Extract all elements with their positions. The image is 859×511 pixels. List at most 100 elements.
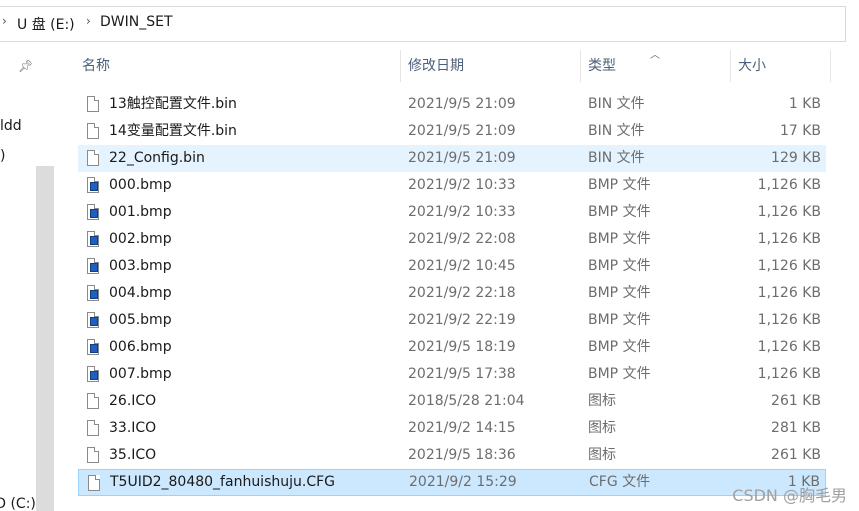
bmp-file-icon [87, 285, 99, 301]
file-size: 261 KB [771, 393, 821, 409]
file-type: 图标 [588, 420, 616, 436]
file-size: 1,126 KB [757, 339, 821, 355]
nav-item[interactable]: ldd [0, 118, 22, 134]
file-date: 2021/9/5 21:09 [408, 123, 516, 139]
file-name: 003.bmp [109, 258, 172, 274]
file-date: 2021/9/2 22:08 [408, 231, 516, 247]
file-type: BMP 文件 [588, 258, 651, 274]
file-row[interactable]: T5UID2_80480_fanhuishuju.CFG 2021/9/2 15:… [78, 469, 826, 496]
file-name: 002.bmp [109, 231, 172, 247]
file-type: CFG 文件 [589, 474, 651, 490]
column-size[interactable]: 大小 [734, 48, 830, 84]
file-name: 14变量配置文件.bin [109, 123, 237, 139]
file-name: 004.bmp [109, 285, 172, 301]
file-type: BIN 文件 [588, 96, 645, 112]
file-icon [87, 393, 99, 409]
file-type: 图标 [588, 393, 616, 409]
file-row[interactable]: 13触控配置文件.bin 2021/9/5 21:09 BIN 文件 1 KB [78, 91, 826, 118]
file-date: 2021/9/2 10:45 [408, 258, 516, 274]
nav-item-drive-c[interactable]: O (C:) [0, 496, 36, 511]
column-date[interactable]: 修改日期 [404, 48, 580, 84]
file-date: 2021/9/5 21:09 [408, 150, 516, 166]
file-size: 1,126 KB [757, 285, 821, 301]
file-type: BMP 文件 [588, 312, 651, 328]
file-date: 2021/9/5 18:19 [408, 339, 516, 355]
column-divider[interactable] [830, 50, 831, 82]
file-size: 261 KB [771, 447, 821, 463]
file-row[interactable]: 35.ICO 2021/9/5 18:36 图标 261 KB [78, 442, 826, 469]
file-size: 1,126 KB [757, 177, 821, 193]
file-row[interactable]: 000.bmp 2021/9/2 10:33 BMP 文件 1,126 KB [78, 172, 826, 199]
file-date: 2021/9/5 21:09 [408, 96, 516, 112]
file-row[interactable]: 006.bmp 2021/9/5 18:19 BMP 文件 1,126 KB [78, 334, 826, 361]
column-divider[interactable] [400, 50, 401, 82]
file-icon [87, 123, 99, 139]
file-type: 图标 [588, 447, 616, 463]
bmp-file-icon [87, 339, 99, 355]
file-date: 2021/9/5 17:38 [408, 366, 516, 382]
bmp-file-icon [87, 258, 99, 274]
file-icon [87, 150, 99, 166]
file-name: T5UID2_80480_fanhuishuju.CFG [110, 474, 336, 490]
file-date: 2021/9/2 15:29 [409, 474, 517, 490]
column-type-label: 类型 [588, 58, 616, 74]
file-row[interactable]: 005.bmp 2021/9/2 22:19 BMP 文件 1,126 KB [78, 307, 826, 334]
file-name: 33.ICO [109, 420, 157, 436]
file-date: 2018/5/28 21:04 [408, 393, 525, 409]
file-row[interactable]: 001.bmp 2021/9/2 10:33 BMP 文件 1,126 KB [78, 199, 826, 226]
file-row[interactable]: 004.bmp 2021/9/2 22:18 BMP 文件 1,126 KB [78, 280, 826, 307]
file-icon [87, 420, 99, 436]
file-type: BMP 文件 [588, 204, 651, 220]
file-date: 2021/9/2 22:19 [408, 312, 516, 328]
bmp-file-icon [87, 177, 99, 193]
bmp-file-icon [87, 204, 99, 220]
file-name: 006.bmp [109, 339, 172, 355]
file-icon [88, 475, 100, 491]
file-row[interactable]: 007.bmp 2021/9/5 17:38 BMP 文件 1,126 KB [78, 361, 826, 388]
chevron-right-icon[interactable]: › [2, 14, 7, 28]
address-bar[interactable]: › U 盘 (E:) › DWIN_SET [0, 0, 859, 48]
file-name: 22_Config.bin [109, 150, 205, 166]
file-icon [87, 447, 99, 463]
file-type: BMP 文件 [588, 339, 651, 355]
column-name[interactable]: 名称 [78, 48, 400, 84]
file-size: 129 KB [771, 150, 821, 166]
breadcrumb-folder[interactable]: DWIN_SET [100, 14, 173, 30]
file-row[interactable]: 14变量配置文件.bin 2021/9/5 21:09 BIN 文件 17 KB [78, 118, 826, 145]
file-size: 1,126 KB [757, 366, 821, 382]
file-type: BMP 文件 [588, 177, 651, 193]
file-row[interactable]: 26.ICO 2018/5/28 21:04 图标 261 KB [78, 388, 826, 415]
file-row[interactable]: 002.bmp 2021/9/2 22:08 BMP 文件 1,126 KB [78, 226, 826, 253]
file-name: 007.bmp [109, 366, 172, 382]
column-header: 名称 修改日期 类型 ︿ 大小 [0, 48, 859, 84]
column-divider[interactable] [730, 50, 731, 82]
file-name: 26.ICO [109, 393, 157, 409]
file-row[interactable]: 33.ICO 2021/9/2 14:15 图标 281 KB [78, 415, 826, 442]
file-row[interactable]: 22_Config.bin 2021/9/5 21:09 BIN 文件 129 KB [78, 145, 826, 172]
file-type: BIN 文件 [588, 150, 645, 166]
file-type: BIN 文件 [588, 123, 645, 139]
column-divider[interactable] [580, 50, 581, 82]
bmp-file-icon [87, 312, 99, 328]
file-name: 000.bmp [109, 177, 172, 193]
nav-scrollbar[interactable] [36, 166, 54, 511]
bmp-file-icon [87, 366, 99, 382]
file-date: 2021/9/5 18:36 [408, 447, 516, 463]
navigation-pane: 📌︎ ldd ) O (C:) [0, 48, 56, 511]
file-size: 17 KB [779, 123, 821, 139]
column-size-label: 大小 [738, 58, 766, 74]
file-row[interactable]: 003.bmp 2021/9/2 10:45 BMP 文件 1,126 KB [78, 253, 826, 280]
file-type: BMP 文件 [588, 285, 651, 301]
file-type: BMP 文件 [588, 231, 651, 247]
chevron-right-icon[interactable]: › [86, 14, 91, 28]
file-size: 1 KB [788, 96, 821, 112]
file-date: 2021/9/2 10:33 [408, 204, 516, 220]
file-name: 13触控配置文件.bin [109, 96, 237, 112]
nav-item[interactable]: ) [0, 148, 5, 164]
file-date: 2021/9/2 14:15 [408, 420, 516, 436]
column-date-label: 修改日期 [408, 58, 464, 74]
file-size: 281 KB [771, 420, 821, 436]
column-name-label: 名称 [82, 58, 110, 74]
breadcrumb-drive[interactable]: U 盘 (E:) [17, 14, 75, 34]
sort-ascending-icon: ︿ [650, 50, 660, 61]
